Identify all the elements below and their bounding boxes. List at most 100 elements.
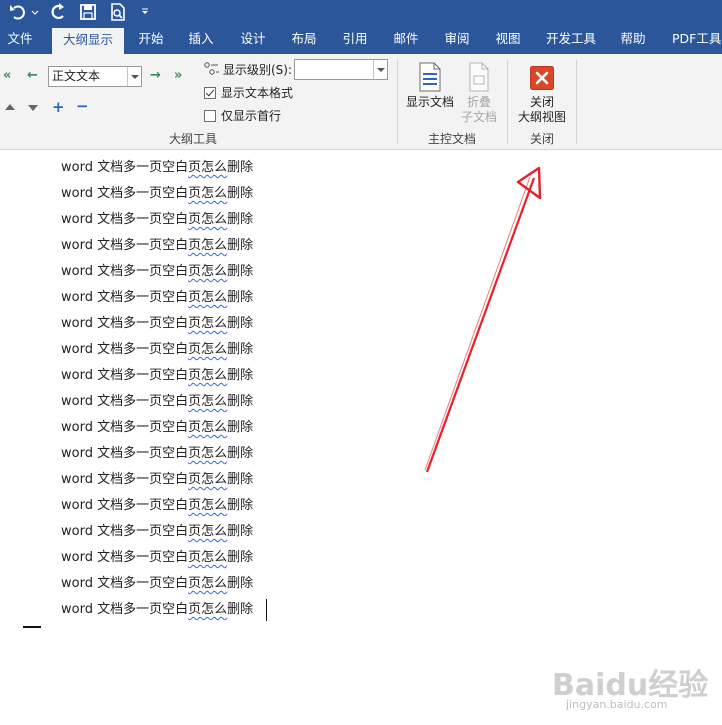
line-text: word 文档多一页空白 (61, 472, 189, 487)
spellcheck-underlined-text: 页怎么 (188, 472, 228, 487)
line-text: 删除 (227, 420, 254, 435)
show-first-line-checkbox[interactable]: 仅显示首行 (204, 107, 281, 124)
ribbon: « ← 正文文本 → » + − 显示级别(S): 显示文本格式 仅显示首行 大… (0, 54, 722, 150)
show-document-button[interactable]: 显示文档 (404, 95, 456, 110)
show-level-select[interactable] (294, 59, 388, 80)
undo-dropdown-icon[interactable] (31, 2, 39, 22)
document-line[interactable]: word 文档多一页空白页怎么删除 (61, 315, 253, 333)
show-text-format-label: 显示文本格式 (221, 86, 294, 100)
line-text: 删除 (227, 368, 254, 383)
end-of-document-marker (23, 626, 41, 628)
tab-home[interactable]: 开始 (130, 26, 172, 54)
line-text: 删除 (227, 498, 254, 513)
promote-to-heading1-button[interactable]: « (3, 68, 11, 83)
redo-icon[interactable] (48, 2, 68, 22)
watermark: Baidu经验 jingyan.baidu.com (548, 660, 718, 720)
spellcheck-underlined-text: 页怎么 (188, 498, 228, 513)
demote-button[interactable]: → (150, 68, 161, 83)
close-outline-view-label-2[interactable]: 大纲视图 (514, 110, 570, 125)
document-line[interactable]: word 文档多一页空白页怎么删除 (61, 497, 253, 515)
tab-outline[interactable]: 大纲显示 (52, 28, 124, 54)
line-text: 删除 (227, 446, 254, 461)
tab-layout[interactable]: 布局 (283, 26, 325, 54)
line-text: word 文档多一页空白 (61, 394, 189, 409)
document-line[interactable]: word 文档多一页空白页怎么删除 (61, 289, 253, 307)
chevron-down-icon[interactable] (373, 60, 387, 79)
line-text: word 文档多一页空白 (61, 420, 189, 435)
spellcheck-underlined-text: 页怎么 (188, 342, 228, 357)
line-text: 删除 (227, 316, 254, 331)
document-line[interactable]: word 文档多一页空白页怎么删除 (61, 263, 253, 281)
document-line[interactable]: word 文档多一页空白页怎么删除 (61, 159, 253, 177)
document-line[interactable]: word 文档多一页空白页怎么删除 (61, 367, 253, 385)
show-first-line-label: 仅显示首行 (221, 109, 282, 123)
tab-help[interactable]: 帮助 (612, 26, 654, 54)
collapse-subdocuments-icon (469, 62, 489, 92)
spellcheck-underlined-text: 页怎么 (188, 420, 228, 435)
collapse-subdocuments-label-2: 子文档 (460, 110, 497, 124)
document-line[interactable]: word 文档多一页空白页怎么删除 (61, 185, 253, 203)
show-level-icon (204, 62, 219, 75)
line-text: 删除 (227, 160, 254, 175)
show-document-icon[interactable] (417, 62, 443, 92)
watermark-url: jingyan.baidu.com (566, 698, 668, 711)
tab-mailings[interactable]: 邮件 (385, 26, 427, 54)
checkbox-unchecked-icon[interactable] (204, 110, 216, 122)
tab-review[interactable]: 审阅 (436, 26, 478, 54)
tab-view[interactable]: 视图 (487, 26, 529, 54)
promote-button[interactable]: ← (27, 68, 38, 83)
checkbox-checked-icon[interactable] (204, 87, 216, 99)
tab-pdf-tools[interactable]: PDF工具 (668, 26, 722, 54)
document-line[interactable]: word 文档多一页空白页怎么删除 (61, 237, 253, 255)
spellcheck-underlined-text: 页怎么 (188, 550, 228, 565)
tab-design[interactable]: 设计 (232, 26, 274, 54)
document-line[interactable]: word 文档多一页空白页怎么删除 (61, 471, 253, 489)
line-text: word 文档多一页空白 (61, 446, 189, 461)
customize-toolbar-icon[interactable] (140, 2, 150, 22)
spellcheck-underlined-text: 页怎么 (188, 264, 228, 279)
tab-file[interactable]: 文件 (0, 26, 40, 54)
document-line[interactable]: word 文档多一页空白页怎么删除 (61, 211, 253, 229)
chevron-down-icon[interactable] (127, 67, 141, 86)
document-line[interactable]: word 文档多一页空白页怎么删除 (61, 419, 253, 437)
line-text: word 文档多一页空白 (61, 264, 189, 279)
line-text: word 文档多一页空白 (61, 602, 189, 617)
collapse-icon[interactable]: − (76, 99, 89, 114)
line-text: 删除 (227, 576, 254, 591)
demote-to-body-button[interactable]: » (174, 68, 182, 83)
document-line[interactable]: word 文档多一页空白页怎么删除 (61, 341, 253, 359)
spellcheck-underlined-text: 页怎么 (188, 212, 228, 227)
ribbon-tabs: 文件 大纲显示 开始 插入 设计 布局 引用 邮件 审阅 视图 开发工具 帮助 … (0, 26, 722, 54)
document-line[interactable]: word 文档多一页空白页怎么删除 (61, 601, 253, 619)
line-text: word 文档多一页空白 (61, 238, 189, 253)
show-level-label: 显示级别(S): (223, 63, 293, 77)
group-divider (576, 60, 577, 144)
close-icon[interactable] (530, 66, 554, 90)
expand-icon[interactable]: + (52, 100, 65, 115)
document-line[interactable]: word 文档多一页空白页怎么删除 (61, 549, 253, 567)
document-line[interactable]: word 文档多一页空白页怎么删除 (61, 575, 253, 593)
undo-icon[interactable] (8, 2, 30, 22)
save-icon[interactable] (78, 2, 98, 22)
move-down-icon[interactable] (28, 105, 38, 111)
document-area[interactable]: word 文档多一页空白页怎么删除 word 文档多一页空白页怎么删除 word 文… (0, 151, 722, 725)
document-line[interactable]: word 文档多一页空白页怎么删除 (61, 445, 253, 463)
move-up-icon[interactable] (5, 104, 15, 110)
spellcheck-underlined-text: 页怎么 (188, 186, 228, 201)
line-text: 删除 (227, 238, 254, 253)
line-text: word 文档多一页空白 (61, 160, 189, 175)
document-line[interactable]: word 文档多一页空白页怎么删除 (61, 393, 253, 411)
show-text-format-checkbox[interactable]: 显示文本格式 (204, 84, 293, 101)
line-text: 删除 (227, 524, 254, 539)
close-outline-view-label-1[interactable]: 关闭 (522, 95, 562, 110)
tab-references[interactable]: 引用 (334, 26, 376, 54)
line-text: word 文档多一页空白 (61, 576, 189, 591)
tab-developer[interactable]: 开发工具 (540, 26, 602, 54)
spellcheck-underlined-text: 页怎么 (188, 316, 228, 331)
spellcheck-underlined-text: 页怎么 (188, 524, 228, 539)
document-line[interactable]: word 文档多一页空白页怎么删除 (61, 523, 253, 541)
tab-insert[interactable]: 插入 (180, 26, 222, 54)
outline-level-select[interactable]: 正文文本 (48, 66, 142, 87)
print-preview-icon[interactable] (108, 2, 128, 22)
outline-level-value: 正文文本 (52, 69, 101, 83)
